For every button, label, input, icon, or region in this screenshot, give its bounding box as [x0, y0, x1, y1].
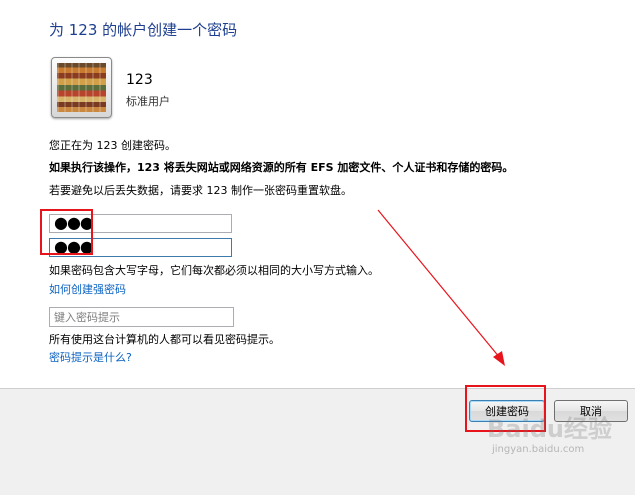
baidu-watermark-logo: Baidu经验: [487, 415, 612, 443]
baidu-watermark-url: jingyan.baidu.com: [492, 444, 585, 455]
arrow-line: [377, 209, 501, 359]
arrow-head: [493, 351, 505, 366]
